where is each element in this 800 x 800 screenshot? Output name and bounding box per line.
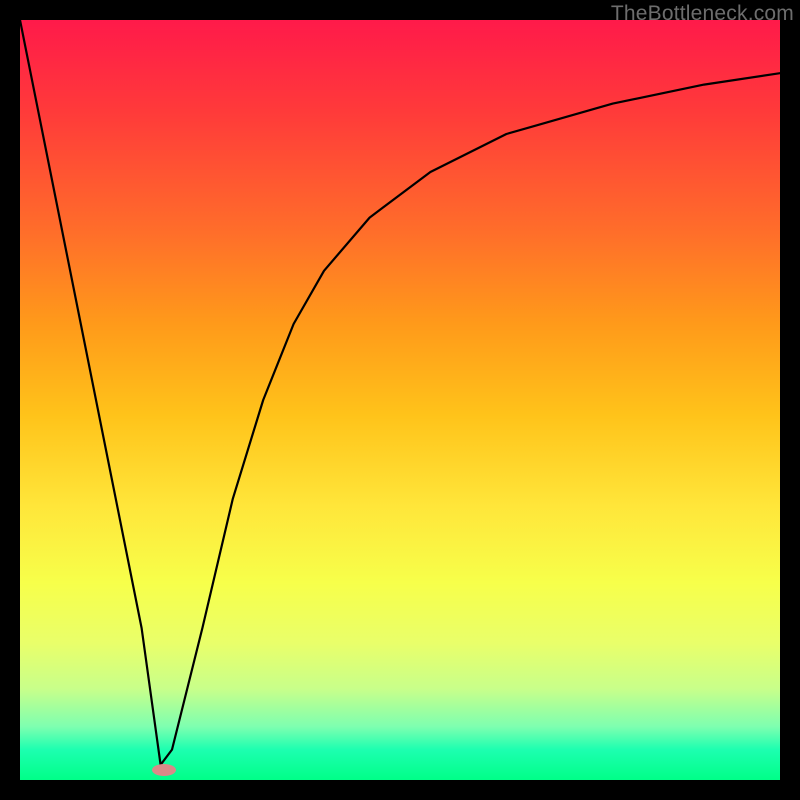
plot-area [20, 20, 780, 780]
chart-frame: TheBottleneck.com [0, 0, 800, 800]
bottleneck-curve [20, 20, 780, 780]
watermark-text: TheBottleneck.com [611, 2, 794, 26]
